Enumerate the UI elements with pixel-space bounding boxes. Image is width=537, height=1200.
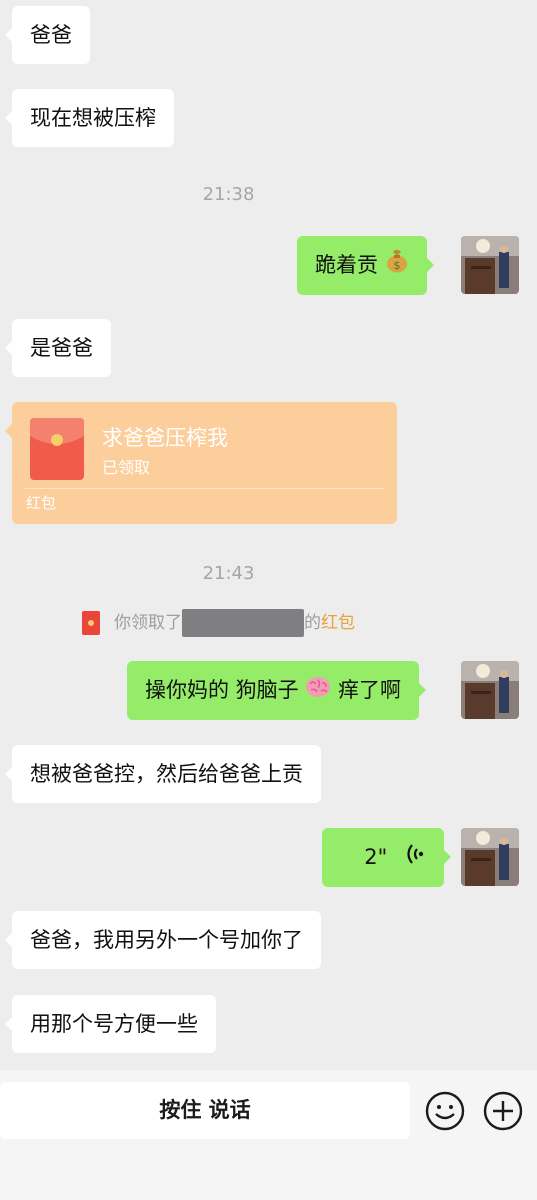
message-incoming[interactable]: 用那个号方便一些 (5, 995, 216, 1053)
chat-area: 爸爸 现在想被压榨 21:38 跪着贡 $ 是爸爸 求爸爸压榨我 已领取 红包 … (0, 0, 537, 1070)
message-text: 操你妈的 狗脑子 (145, 678, 299, 702)
message-incoming[interactable]: 爸爸 (5, 6, 90, 64)
avatar[interactable] (461, 661, 519, 719)
message-text: 爸爸，我用另外一个号加你了 (30, 928, 303, 952)
message-incoming[interactable]: 想被爸爸控，然后给爸爸上贡 (5, 745, 321, 803)
red-packet-label: 红包 (26, 494, 57, 512)
money-bag-icon: $ (385, 237, 409, 295)
message-outgoing[interactable]: 操你妈的 狗脑子 痒了啊 (127, 661, 427, 720)
voice-wave-icon (406, 829, 424, 887)
timestamp: 21:38 (202, 184, 255, 205)
system-suffix: 的 (304, 613, 321, 633)
red-packet-status: 已领取 (102, 458, 151, 477)
message-incoming[interactable]: 现在想被压榨 (5, 89, 174, 147)
avatar[interactable] (461, 236, 519, 294)
message-incoming[interactable]: 爸爸，我用另外一个号加你了 (5, 911, 321, 969)
divider (24, 488, 385, 489)
message-text: 爸爸 (30, 23, 72, 47)
avatar[interactable] (461, 828, 519, 886)
system-prefix: 你领取了 (114, 613, 182, 633)
voice-message[interactable]: 2" (322, 828, 451, 887)
plus-circle-icon[interactable] (482, 1090, 524, 1132)
emoji-face-icon[interactable] (424, 1090, 466, 1132)
red-packet-title: 求爸爸压榨我 (102, 426, 228, 450)
message-text: 想被爸爸控，然后给爸爸上贡 (30, 762, 303, 786)
system-message: 你领取了 的红包 (82, 608, 355, 637)
red-packet-card[interactable]: 求爸爸压榨我 已领取 红包 (5, 402, 397, 524)
message-incoming[interactable]: 是爸爸 (5, 319, 111, 377)
red-packet-small-icon (82, 611, 100, 635)
input-bar: 按住 说话 (0, 1070, 537, 1200)
message-outgoing[interactable]: 跪着贡 $ (297, 236, 434, 295)
svg-text:$: $ (393, 259, 400, 272)
red-packet-icon (30, 418, 84, 480)
message-text: 现在想被压榨 (30, 106, 156, 130)
voice-duration: 2" (364, 845, 388, 869)
red-packet-link[interactable]: 红包 (321, 613, 355, 633)
message-text: 痒了啊 (338, 678, 402, 702)
redacted-name (182, 609, 304, 637)
hold-to-talk-button[interactable]: 按住 说话 (0, 1082, 410, 1139)
message-text: 是爸爸 (30, 336, 93, 360)
brain-icon (305, 662, 331, 720)
timestamp: 21:43 (202, 563, 255, 584)
message-text: 用那个号方便一些 (30, 1012, 198, 1036)
message-text: 跪着贡 (315, 253, 378, 277)
